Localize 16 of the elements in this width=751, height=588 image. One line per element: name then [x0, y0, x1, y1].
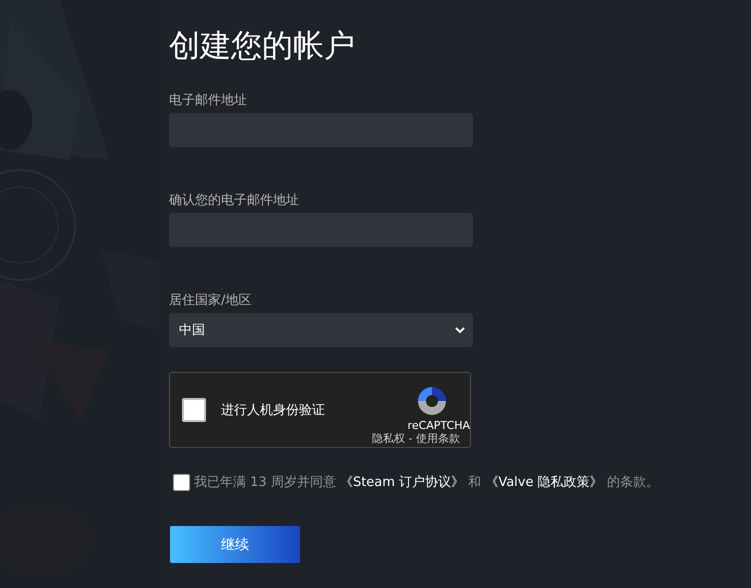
agreement-text: 我已年满 13 周岁并同意 《Steam 订户协议》 和 《Valve 隐私政策》 的条款。 — [194, 474, 659, 492]
agreement-link[interactable]: 《Valve 隐私政策》 — [485, 475, 603, 490]
field-label: 居住国家/地区 — [169, 292, 252, 310]
page-title: 创建您的帐户 — [169, 27, 356, 66]
agreement-link[interactable]: 《Steam 订户协议》 — [340, 475, 464, 490]
continue-button[interactable]: 继续 — [170, 526, 300, 563]
recaptcha-brand: reCAPTCHA — [408, 419, 470, 432]
captcha-checkbox[interactable] — [182, 398, 206, 422]
field-label: 电子邮件地址 — [169, 92, 248, 110]
country-select[interactable]: 中国 — [169, 313, 473, 347]
recaptcha-logo-icon — [416, 385, 448, 417]
captcha-links[interactable]: 隐私权 - 使用条款 — [372, 432, 460, 446]
field-label: 确认您的电子邮件地址 — [169, 192, 300, 210]
captcha-label: 进行人机身份验证 — [221, 402, 326, 419]
chevron-down-icon — [455, 326, 465, 334]
agree-checkbox[interactable] — [173, 474, 190, 491]
